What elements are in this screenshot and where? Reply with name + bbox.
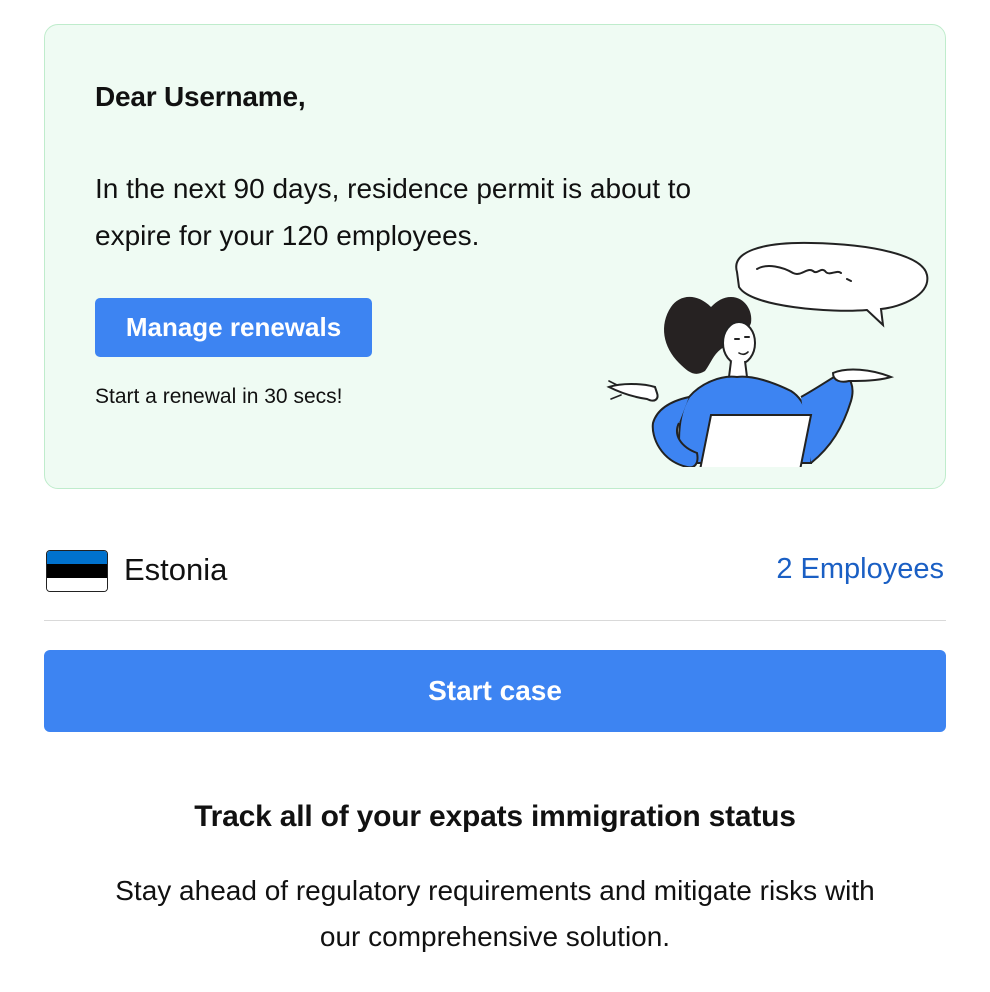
info-description: Stay ahead of regulatory requirements an…: [115, 875, 875, 952]
estonia-flag-icon: [46, 550, 108, 592]
employees-count-link[interactable]: 2 Employees: [776, 553, 944, 586]
country-row: Estonia 2 Employees: [44, 548, 946, 596]
greeting-heading: Dear Username,: [95, 81, 306, 112]
person-shrugging-laptop-illustration: [606, 241, 929, 467]
renewal-note: Start a renewal in 30 secs!: [95, 385, 343, 408]
manage-renewals-button[interactable]: Manage renewals: [95, 298, 372, 357]
divider: [44, 620, 946, 621]
info-title: Track all of your expats immigration sta…: [194, 800, 796, 833]
renewal-banner: Dear Username, In the next 90 days, resi…: [44, 24, 946, 489]
country-name: Estonia: [124, 552, 228, 587]
start-case-button[interactable]: Start case: [44, 650, 946, 732]
